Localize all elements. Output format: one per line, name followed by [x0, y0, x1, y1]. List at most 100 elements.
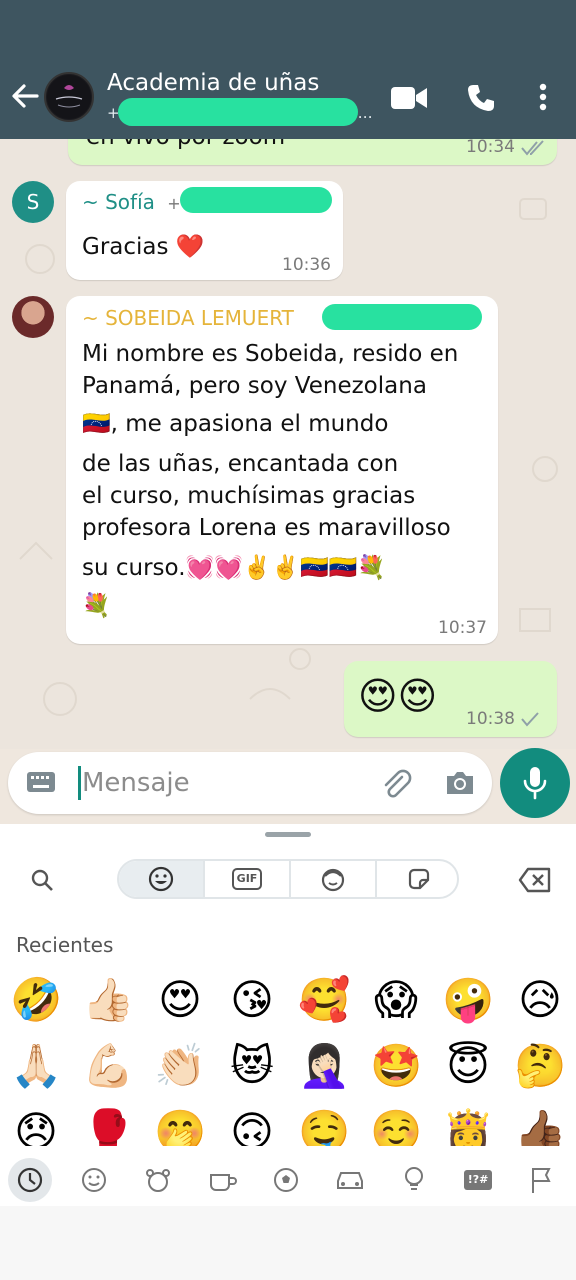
category-food[interactable] — [200, 1158, 244, 1202]
voice-record-button[interactable] — [500, 748, 570, 818]
emoji-key[interactable]: 🤭 — [154, 1106, 206, 1146]
drag-handle[interactable] — [265, 832, 311, 837]
more-vert-icon[interactable] — [532, 83, 554, 113]
emoji-key[interactable]: 👍🏻 — [82, 974, 134, 1026]
emoji-key[interactable]: 😍 — [154, 974, 206, 1026]
emoji-key[interactable]: 👸 — [442, 1106, 494, 1146]
emoji-key[interactable]: 🤣 — [10, 974, 62, 1026]
emoji-key[interactable]: 😞 — [10, 1106, 62, 1146]
recent-icon — [17, 1167, 43, 1193]
phone-icon[interactable] — [466, 83, 496, 113]
tab-avatar[interactable] — [291, 861, 376, 897]
emoji-key[interactable]: 😥 — [514, 974, 566, 1026]
food-icon — [210, 1174, 237, 1191]
category-activity[interactable] — [264, 1158, 308, 1202]
emoji-key[interactable]: 🤤 — [298, 1106, 350, 1146]
message-line: Panamá, pero soy Venezolana — [82, 373, 427, 399]
tab-sticker[interactable] — [377, 861, 462, 897]
message-text: 😍😍 — [358, 674, 438, 718]
category-objects[interactable] — [392, 1158, 436, 1202]
system-nav-area — [0, 1206, 576, 1280]
emoji-key[interactable]: 🤩 — [370, 1040, 422, 1092]
redaction-mark — [322, 304, 482, 330]
chat-title[interactable]: Academia de uñas — [107, 70, 319, 96]
message-line: 🇻🇪, me apasiona el mundo — [82, 411, 389, 437]
message-text: en vivo por zoom — [86, 139, 285, 155]
sender-name[interactable]: ~ SOBEIDA LEMUERT — [82, 306, 294, 330]
sender-phone: + — [167, 194, 181, 213]
message-line: su curso.💓💓✌️✌️🇻🇪🇻🇪💐 — [82, 555, 386, 581]
tab-gif[interactable]: GIF — [205, 861, 290, 897]
emoji-key[interactable]: 🤪 — [442, 974, 494, 1026]
gif-icon: GIF — [232, 868, 262, 890]
avatar[interactable]: S — [12, 181, 54, 223]
emoji-key[interactable]: 🙏🏻 — [10, 1040, 62, 1092]
activity-icon — [274, 1168, 298, 1192]
paperclip-icon[interactable] — [380, 768, 412, 800]
emoji-key[interactable]: ☺️ — [370, 1106, 422, 1146]
sender-name[interactable]: ~ Sofía + — [82, 190, 181, 214]
emoji-key[interactable]: 😇 — [442, 1040, 494, 1092]
animal-icon — [146, 1169, 170, 1192]
message-line: profesora Lorena es maravilloso — [82, 515, 451, 541]
emoji-key[interactable]: 👍🏾 — [514, 1106, 566, 1146]
message-input[interactable]: Mensaje — [82, 768, 190, 798]
message-line: el curso, muchísimas gracias — [82, 483, 416, 509]
emoji-key[interactable]: 🤔 — [514, 1040, 566, 1092]
message-time: 10:36 — [282, 255, 331, 275]
chat-header: Academia de uñas +… — [0, 0, 576, 139]
search-icon[interactable] — [30, 868, 54, 892]
message-bubble-outgoing[interactable]: 😍😍 10:38 — [344, 661, 557, 737]
redaction-mark — [180, 187, 332, 213]
text-cursor — [78, 766, 81, 800]
camera-icon[interactable] — [444, 769, 476, 797]
emoji-key[interactable]: 💪🏻 — [82, 1040, 134, 1092]
flag-icon — [532, 1168, 551, 1193]
category-flags[interactable] — [520, 1158, 564, 1202]
smiley-icon — [82, 1168, 106, 1192]
message-time: 10:37 — [438, 618, 487, 638]
category-travel[interactable] — [328, 1158, 372, 1202]
message-line: Mi nombre es Sobeida, resido en — [82, 341, 459, 367]
category-recent[interactable] — [8, 1158, 52, 1202]
backspace-icon[interactable] — [518, 867, 552, 893]
single-check-icon — [521, 712, 539, 727]
emoji-key[interactable]: 🥊 — [82, 1106, 134, 1146]
double-check-icon — [521, 140, 544, 156]
category-animals[interactable] — [136, 1158, 180, 1202]
category-symbols[interactable]: !?# — [456, 1158, 500, 1202]
chat-subtitle[interactable]: +… — [107, 104, 373, 122]
group-logo-icon — [47, 75, 91, 119]
category-smileys[interactable] — [72, 1158, 116, 1202]
emoji-key[interactable]: 😻 — [226, 1040, 278, 1092]
sender-name-text: ~ Sofía — [82, 190, 155, 214]
message-bubble-outgoing[interactable]: en vivo por zoom 10:34 — [68, 139, 557, 165]
message-composer[interactable]: Mensaje — [8, 752, 492, 814]
emoji-category-bar: !?# — [0, 1154, 576, 1206]
avatar-sticker-icon — [321, 868, 345, 892]
subtitle-ellipsis: … — [357, 104, 373, 122]
message-list[interactable]: en vivo por zoom 10:34 S ~ Sofía + Graci… — [0, 139, 576, 749]
message-bubble-incoming[interactable]: ~ SOBEIDA LEMUERT Mi nombre es Sobeida, … — [66, 296, 498, 644]
keyboard-tab-bar: GIF — [117, 859, 459, 899]
message-bubble-incoming[interactable]: ~ Sofía + Gracias ❤️ 10:36 — [66, 181, 343, 280]
symbols-icon: !?# — [464, 1170, 492, 1190]
group-avatar[interactable] — [44, 72, 94, 122]
emoji-key[interactable]: 🤦🏻‍♀️ — [298, 1040, 350, 1092]
message-time: 10:34 — [466, 139, 515, 157]
arrow-left-icon[interactable] — [10, 80, 40, 112]
emoji-key[interactable]: 😘 — [226, 974, 278, 1026]
section-heading: Recientes — [16, 933, 114, 957]
objects-icon — [405, 1167, 423, 1190]
emoji-key[interactable]: 😱 — [370, 974, 422, 1026]
microphone-icon — [523, 767, 547, 800]
keyboard-icon[interactable] — [26, 771, 56, 793]
emoji-key[interactable]: 🥰 — [298, 974, 350, 1026]
message-text: Gracias ❤️ — [82, 234, 205, 260]
video-call-icon[interactable] — [390, 83, 428, 113]
emoji-key[interactable]: 👏🏻 — [154, 1040, 206, 1092]
tab-emoji[interactable] — [119, 861, 204, 897]
emoji-key[interactable]: 🙃 — [226, 1106, 278, 1146]
smiley-icon — [148, 866, 174, 892]
avatar[interactable] — [12, 296, 54, 338]
